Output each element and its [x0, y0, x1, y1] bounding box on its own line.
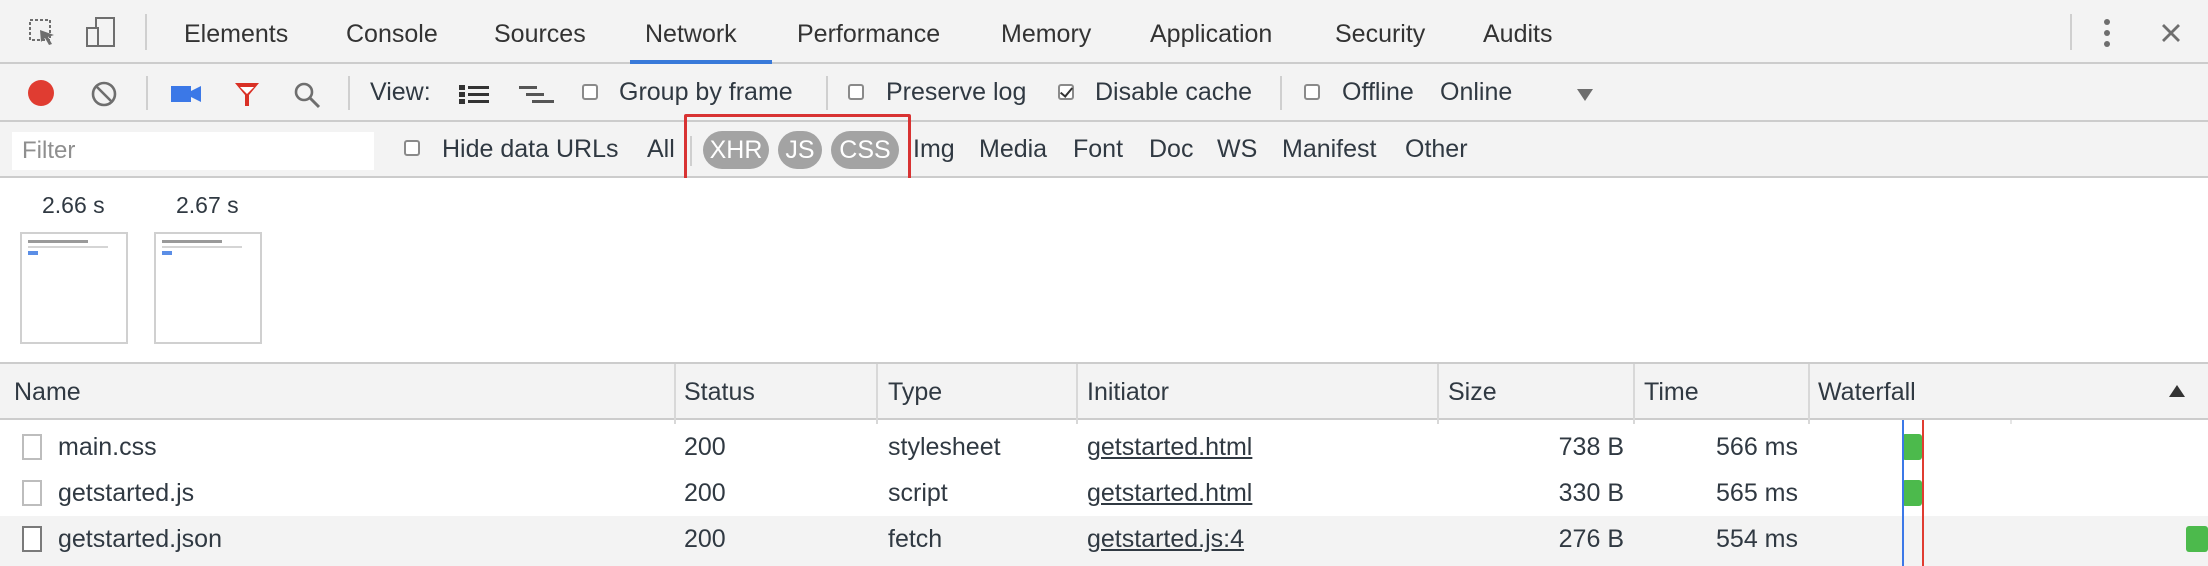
request-type: fetch: [888, 525, 943, 553]
type-filter-img[interactable]: Img: [913, 135, 955, 164]
request-initiator-link[interactable]: getstarted.html: [1087, 470, 1252, 516]
group-by-frame-checkbox[interactable]: [582, 84, 598, 100]
filter-icon[interactable]: [232, 80, 262, 110]
request-status: 200: [684, 479, 726, 507]
column-header-waterfall[interactable]: Waterfall: [1818, 364, 1916, 420]
column-header-size[interactable]: Size: [1448, 364, 1497, 420]
toolbar-separator-4: [1280, 76, 1282, 110]
dom-content-loaded-line: [1902, 420, 1904, 566]
disable-cache-checkbox[interactable]: [1058, 84, 1074, 100]
request-status: 200: [684, 525, 726, 553]
type-filter-media[interactable]: Media: [979, 135, 1047, 164]
sort-up-icon[interactable]: [2168, 384, 2186, 398]
preserve-log-label: Preserve log: [886, 78, 1027, 106]
type-filter-ws[interactable]: WS: [1217, 135, 1257, 164]
request-initiator-link[interactable]: getstarted.js:4: [1087, 516, 1244, 562]
clear-icon[interactable]: [90, 80, 118, 108]
type-filter-manifest[interactable]: Manifest: [1282, 135, 1376, 164]
tab-console[interactable]: Console: [346, 0, 438, 62]
hide-data-urls-label: Hide data URLs: [442, 135, 619, 163]
toolbar-separator: [146, 76, 148, 110]
column-header-type[interactable]: Type: [888, 364, 942, 420]
tab-security[interactable]: Security: [1335, 0, 1425, 62]
filmstrip-frame[interactable]: [154, 232, 262, 344]
offline-label: Offline: [1342, 78, 1414, 106]
table-row[interactable]: getstarted.json 200 fetch getstarted.js:…: [0, 516, 2208, 566]
column-header-initiator[interactable]: Initiator: [1087, 364, 1169, 420]
request-type: stylesheet: [888, 433, 1001, 461]
camera-icon[interactable]: [170, 84, 202, 104]
offline-checkbox[interactable]: [1304, 84, 1320, 100]
request-time: 566 ms: [1716, 433, 1798, 461]
type-filter-doc[interactable]: Doc: [1149, 135, 1193, 164]
tab-memory[interactable]: Memory: [1001, 0, 1091, 62]
toolbar-separator-2: [348, 76, 350, 110]
request-name[interactable]: getstarted.json: [58, 516, 222, 562]
throttling-select[interactable]: Online: [1440, 78, 1512, 107]
dropdown-icon[interactable]: [1576, 88, 1594, 102]
hide-data-urls-checkbox[interactable]: [404, 140, 420, 156]
request-size: 738 B: [1558, 433, 1624, 461]
tabbar-right-separator: [2070, 14, 2072, 50]
filter-input[interactable]: [12, 132, 374, 170]
request-type: script: [888, 479, 948, 507]
tab-application[interactable]: Application: [1150, 0, 1272, 62]
column-header-status[interactable]: Status: [684, 364, 755, 420]
tab-network[interactable]: Network: [645, 0, 737, 62]
overview-icon[interactable]: [518, 84, 556, 108]
filmstrip-time: 2.67 s: [176, 192, 239, 218]
waterfall-bar: [1902, 480, 1922, 506]
column-header-name[interactable]: Name: [14, 364, 81, 420]
more-icon[interactable]: [2100, 16, 2114, 50]
devtools-tabbar: Elements Console Sources Network Perform…: [0, 0, 2208, 64]
table-row[interactable]: getstarted.js 200 script getstarted.html…: [0, 470, 2208, 516]
file-icon: [22, 526, 42, 552]
file-icon: [22, 480, 42, 506]
request-status: 200: [684, 433, 726, 461]
network-toolbar: View: Group by frame Preserve log Disabl…: [0, 64, 2208, 122]
tab-elements[interactable]: Elements: [184, 0, 288, 62]
type-filter-other[interactable]: Other: [1405, 135, 1468, 164]
type-filter-all[interactable]: All: [647, 135, 675, 164]
tabbar-separator: [145, 14, 147, 50]
close-icon[interactable]: [2160, 22, 2182, 44]
request-time: 554 ms: [1716, 525, 1798, 553]
waterfall-bar: [1902, 434, 1922, 460]
tab-sources[interactable]: Sources: [494, 0, 586, 62]
column-header-time[interactable]: Time: [1644, 364, 1699, 420]
filmstrip-frame[interactable]: [20, 232, 128, 344]
table-row[interactable]: main.css 200 stylesheet getstarted.html …: [0, 424, 2208, 470]
group-by-frame-label: Group by frame: [619, 78, 793, 106]
request-size: 276 B: [1558, 525, 1624, 553]
view-label: View:: [370, 78, 431, 106]
load-event-line: [1922, 420, 1924, 566]
disable-cache-label: Disable cache: [1095, 78, 1253, 106]
preserve-log-checkbox[interactable]: [848, 84, 864, 100]
filmstrip: [0, 178, 2208, 364]
request-initiator-link[interactable]: getstarted.html: [1087, 424, 1252, 470]
record-icon[interactable]: [26, 78, 56, 108]
large-rows-icon[interactable]: [458, 84, 490, 106]
toolbar-separator-3: [826, 76, 828, 110]
request-size: 330 B: [1558, 479, 1624, 507]
file-icon: [22, 434, 42, 460]
tab-performance[interactable]: Performance: [797, 0, 940, 62]
search-icon[interactable]: [292, 80, 322, 110]
request-time: 565 ms: [1716, 479, 1798, 507]
request-name[interactable]: getstarted.js: [58, 470, 194, 516]
tab-audits[interactable]: Audits: [1483, 0, 1552, 62]
inspect-icon[interactable]: [28, 18, 58, 48]
filmstrip-time: 2.66 s: [42, 192, 105, 218]
device-icon[interactable]: [84, 16, 118, 50]
waterfall-bar: [2186, 526, 2208, 552]
type-filter-font[interactable]: Font: [1073, 135, 1123, 164]
request-name[interactable]: main.css: [58, 424, 157, 470]
